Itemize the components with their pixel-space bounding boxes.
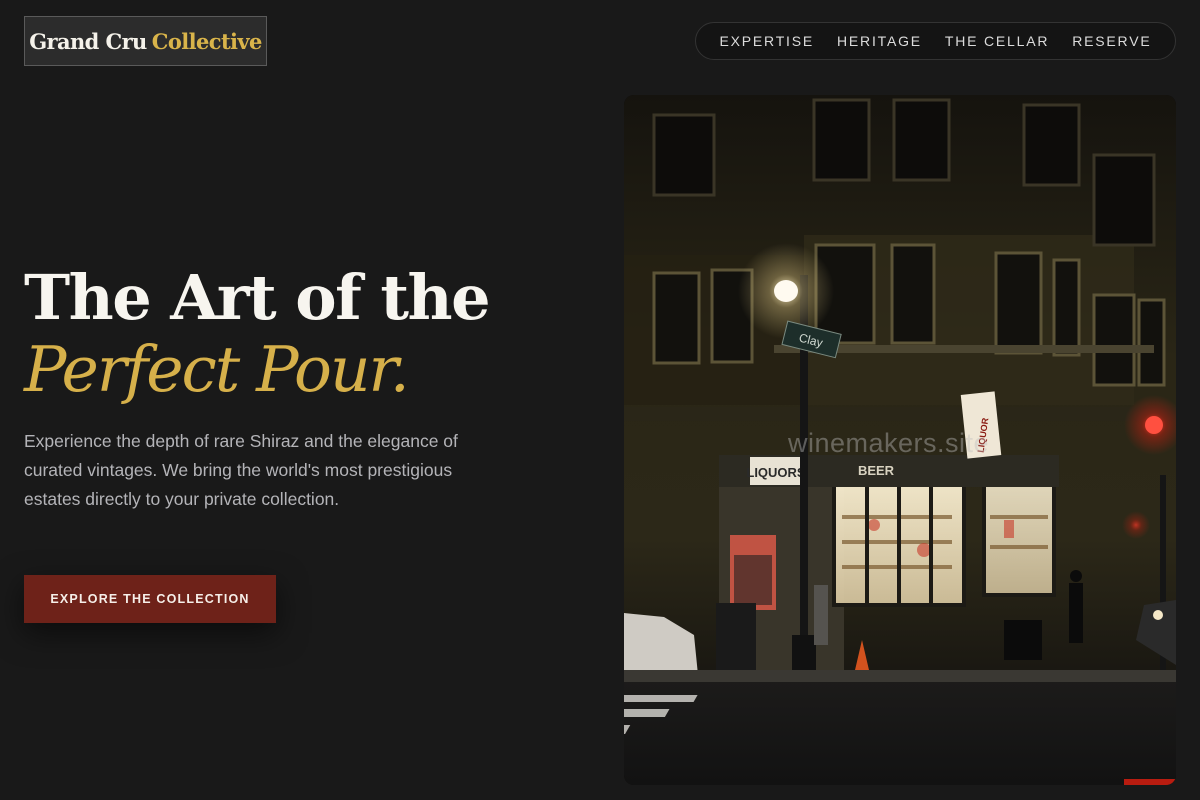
nav-item-reserve[interactable]: RESERVE — [1072, 33, 1151, 49]
hero-description: Experience the depth of rare Shiraz and … — [24, 431, 458, 509]
nav-item-expertise[interactable]: EXPERTISE — [719, 33, 814, 49]
brand-name-accent: Collective — [151, 28, 263, 54]
photo-watermark: winemakers.site — [788, 428, 990, 458]
brand-logo[interactable]: Grand Cru Collective — [24, 16, 267, 66]
hero-photo: LIQUORS BEER LIQUOR Clay winemakers.site — [624, 95, 1176, 785]
liquors-sign: LIQUORS — [746, 465, 806, 480]
main-nav: EXPERTISE HERITAGE THE CELLAR RESERVE — [695, 22, 1176, 60]
beer-sign: BEER — [858, 463, 895, 478]
hero-title-accent: Perfect Pour. — [24, 333, 410, 406]
hero-title: The Art of the — [24, 261, 491, 334]
brand-name-primary: Grand Cru — [29, 28, 147, 54]
explore-collection-button[interactable]: EXPLORE THE COLLECTION — [24, 575, 276, 623]
nav-item-heritage[interactable]: HERITAGE — [837, 33, 922, 49]
nav-item-the-cellar[interactable]: THE CELLAR — [945, 33, 1049, 49]
